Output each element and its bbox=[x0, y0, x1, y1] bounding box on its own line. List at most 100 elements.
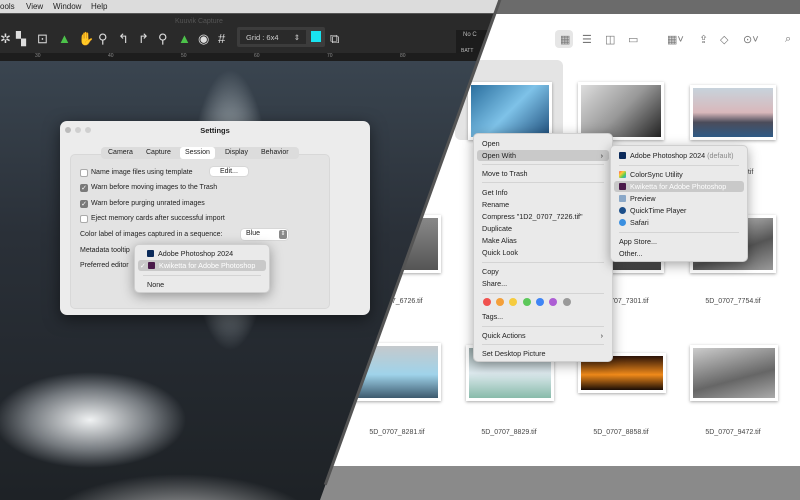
app-safari[interactable]: Safari bbox=[614, 217, 744, 228]
menu-rename[interactable]: Rename bbox=[477, 199, 609, 210]
pin-icon[interactable]: ⚲ bbox=[158, 31, 168, 47]
icon-view-icon[interactable]: ▦ bbox=[560, 33, 570, 46]
photoshop-icon bbox=[619, 152, 626, 159]
separator bbox=[482, 182, 604, 183]
tag-orange[interactable] bbox=[496, 298, 504, 306]
app-label: Kwiketta for Adobe Photoshop bbox=[630, 182, 727, 191]
separator bbox=[482, 326, 604, 327]
tag-gray[interactable] bbox=[563, 298, 571, 306]
menu-get-info[interactable]: Get Info bbox=[477, 187, 609, 198]
hand-icon[interactable]: ✋ bbox=[78, 31, 94, 47]
stepper-icon: ⇕ bbox=[279, 230, 287, 239]
app-colorsync[interactable]: ColorSync Utility bbox=[614, 169, 744, 180]
app-quicktime[interactable]: QuickTime Player bbox=[614, 205, 744, 216]
tag-green[interactable] bbox=[523, 298, 531, 306]
group-by-icon[interactable]: ▦˅ bbox=[667, 33, 684, 46]
option-label: Name image files using template bbox=[91, 169, 193, 176]
checkbox-eject-cards[interactable] bbox=[80, 215, 88, 223]
separator bbox=[482, 164, 604, 165]
ruler-tick: 30 bbox=[35, 53, 41, 59]
rotate-left-icon[interactable]: ↰ bbox=[118, 31, 129, 47]
tag-blue[interactable] bbox=[536, 298, 544, 306]
app-label: Preview bbox=[630, 194, 656, 203]
menu-help[interactable]: Help bbox=[91, 2, 107, 11]
tab-display[interactable]: Display bbox=[225, 149, 248, 156]
overlay-icon[interactable]: ◉ bbox=[198, 31, 209, 47]
preview-icon bbox=[619, 195, 626, 202]
search-icon[interactable]: ⌕ bbox=[785, 33, 791, 46]
menu-set-desktop-picture[interactable]: Set Desktop Picture bbox=[477, 348, 609, 359]
thumbnail[interactable] bbox=[690, 85, 776, 140]
thumbnail[interactable] bbox=[578, 82, 664, 140]
chevron-right-icon: › bbox=[600, 331, 603, 340]
menu-copy[interactable]: Copy bbox=[477, 266, 609, 277]
menu-label: Quick Actions bbox=[482, 331, 526, 340]
tag-yellow[interactable] bbox=[509, 298, 517, 306]
compare-icon[interactable]: ⧉ bbox=[330, 31, 339, 47]
aperture-icon[interactable]: ✲ bbox=[0, 31, 11, 47]
tag-purple[interactable] bbox=[549, 298, 557, 306]
warning-icon[interactable]: ▲ bbox=[58, 31, 71, 46]
tab-session[interactable]: Session bbox=[180, 147, 215, 159]
focus-icon[interactable]: ⊡ bbox=[37, 31, 48, 47]
color-label-select[interactable]: Blue ⇕ bbox=[241, 229, 288, 240]
menu-other[interactable]: Other... bbox=[614, 248, 744, 259]
menu-tools[interactable]: ools bbox=[0, 2, 15, 11]
menu-quick-actions[interactable]: Quick Actions › bbox=[477, 330, 609, 341]
tab-bar: Camera Capture Session Display Behavior bbox=[101, 147, 299, 159]
app-label: ColorSync Utility bbox=[630, 170, 683, 179]
list-view-icon[interactable]: ☰ bbox=[582, 33, 592, 46]
color-label-text: Color label of images captured in a sequ… bbox=[80, 231, 223, 238]
menu-share[interactable]: Share... bbox=[477, 278, 609, 289]
tag-icon[interactable]: ◇ bbox=[720, 33, 728, 46]
exposure-warning-icon[interactable]: ▲ bbox=[178, 31, 191, 46]
tab-capture[interactable]: Capture bbox=[146, 149, 171, 156]
layout-icon[interactable]: ▚ bbox=[16, 31, 26, 47]
menu-quick-look[interactable]: Quick Look bbox=[477, 247, 609, 258]
menu-view[interactable]: View bbox=[26, 2, 43, 11]
zoom-icon[interactable]: ⚲ bbox=[98, 31, 108, 47]
menu-move-to-trash[interactable]: Move to Trash bbox=[477, 168, 609, 179]
share-icon[interactable]: ⇪ bbox=[699, 33, 708, 46]
menu-window[interactable]: Window bbox=[53, 2, 81, 11]
more-actions-icon[interactable]: ⊙˅ bbox=[743, 33, 759, 46]
menu-duplicate[interactable]: Duplicate bbox=[477, 223, 609, 234]
default-suffix: (default) bbox=[707, 151, 734, 160]
editor-option-none[interactable]: None bbox=[138, 279, 266, 290]
grid-color-swatch[interactable] bbox=[311, 31, 321, 42]
grid-select[interactable]: Grid : 6x4 ⇕ bbox=[240, 30, 306, 44]
editor-option-kwiketta[interactable]: ✓ Kwiketta for Adobe Photoshop bbox=[138, 260, 266, 271]
tag-red[interactable] bbox=[483, 298, 491, 306]
grid-icon[interactable]: # bbox=[218, 31, 225, 46]
checkbox-warn-trash[interactable]: ✓ bbox=[80, 184, 88, 192]
context-menu: Open Open With › Move to Trash Get Info R… bbox=[473, 133, 613, 362]
file-label: 5D_0707_8858.tif bbox=[593, 429, 649, 436]
dialog-title: Settings bbox=[200, 126, 230, 135]
column-view-icon[interactable]: ◫ bbox=[605, 33, 615, 46]
app-preview[interactable]: Preview bbox=[614, 193, 744, 204]
menu-open-with[interactable]: Open With › bbox=[477, 150, 609, 161]
menu-tags[interactable]: Tags... bbox=[477, 311, 609, 322]
app-photoshop[interactable]: Adobe Photoshop 2024 (default) bbox=[614, 150, 744, 161]
ruler-tick: 60 bbox=[254, 53, 260, 59]
thumbnail-selected[interactable] bbox=[468, 82, 552, 140]
photoshop-icon bbox=[147, 250, 154, 257]
editor-option-photoshop[interactable]: Adobe Photoshop 2024 bbox=[138, 248, 266, 259]
checkbox-name-template[interactable] bbox=[80, 169, 88, 177]
rotate-right-icon[interactable]: ↱ bbox=[138, 31, 149, 47]
edit-button[interactable]: Edit... bbox=[210, 167, 248, 176]
thumbnail[interactable] bbox=[690, 345, 778, 401]
menu-compress[interactable]: Compress "1D2_0707_7226.tif" bbox=[477, 211, 609, 222]
menu-app-store[interactable]: App Store... bbox=[614, 236, 744, 247]
tab-behavior[interactable]: Behavior bbox=[261, 149, 289, 156]
colorsync-icon bbox=[619, 171, 626, 178]
menu-label: Open With bbox=[482, 151, 516, 160]
menu-open[interactable]: Open bbox=[477, 138, 609, 149]
app-kwiketta[interactable]: Kwiketta for Adobe Photoshop bbox=[614, 181, 744, 192]
tab-camera[interactable]: Camera bbox=[108, 149, 133, 156]
menu-make-alias[interactable]: Make Alias bbox=[477, 235, 609, 246]
checkbox-warn-purge[interactable]: ✓ bbox=[80, 200, 88, 208]
metadata-tooltip-label: Metadata tooltip bbox=[80, 247, 130, 254]
gallery-view-icon[interactable]: ▭ bbox=[628, 33, 638, 46]
chevron-right-icon: › bbox=[600, 151, 603, 160]
